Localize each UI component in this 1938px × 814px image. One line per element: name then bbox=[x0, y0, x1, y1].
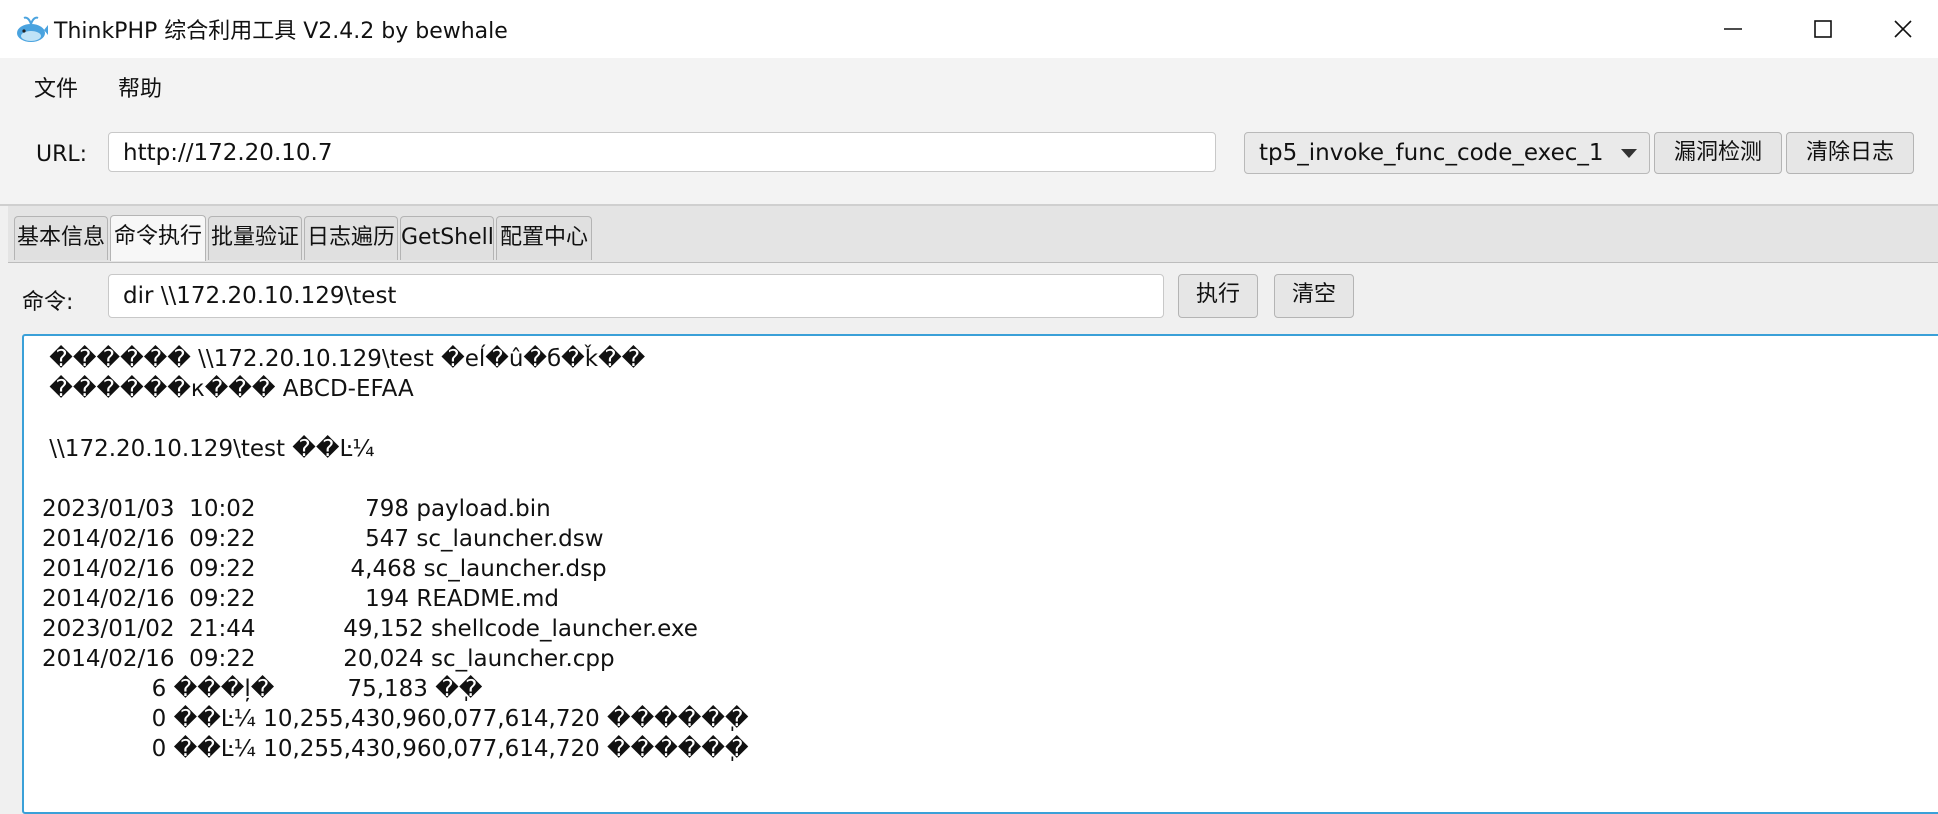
url-toolbar: URL: http://172.20.10.7 tp5_invoke_func_… bbox=[0, 108, 1938, 204]
chevron-down-icon bbox=[1621, 149, 1637, 158]
tab-command-exec[interactable]: 命令执行 bbox=[110, 215, 206, 261]
output-line: ������ \\172.20.10.129\test �eĺ�û�б�ǩ�� bbox=[42, 346, 646, 372]
title-bar: ThinkPHP 综合利用工具 V2.4.2 by bewhale bbox=[0, 0, 1938, 58]
tab-batch-verify[interactable]: 批量验证 bbox=[208, 216, 302, 260]
menu-bar: 文件 帮助 bbox=[0, 58, 1938, 109]
exploit-select[interactable]: tp5_invoke_func_code_exec_1 bbox=[1244, 132, 1650, 174]
output-line: 2014/02/16 09:22 4,468 sc_launcher.dsp bbox=[42, 556, 607, 582]
menu-help[interactable]: 帮助 bbox=[112, 69, 168, 105]
output-line: ������к��� ABCD-EFAA bbox=[42, 376, 414, 402]
output-line: \\172.20.10.129\test ��Ŀ¼ bbox=[42, 436, 375, 462]
execute-button[interactable]: 执行 bbox=[1178, 274, 1258, 318]
command-label: 命令: bbox=[22, 290, 74, 315]
tab-strip: 基本信息 命令执行 批量验证 日志遍历 GetShell 配置中心 bbox=[8, 206, 1938, 263]
minimize-button[interactable] bbox=[1688, 0, 1778, 58]
output-line: 0 ��Ŀ¼ 10,255,430,960,077,614,720 �����ֽ… bbox=[42, 736, 749, 762]
output-line: 2014/02/16 09:22 547 sc_launcher.dsw bbox=[42, 526, 604, 552]
minimize-icon bbox=[1724, 28, 1742, 30]
output-line: 6 ���ļ� 75,183 �ֽ� bbox=[42, 676, 483, 702]
url-label: URL: bbox=[36, 142, 88, 167]
command-output[interactable]: ������ \\172.20.10.129\test �eĺ�û�б�ǩ�� … bbox=[22, 334, 1938, 814]
tab-log-traverse[interactable]: 日志遍历 bbox=[304, 216, 398, 260]
maximize-icon bbox=[1814, 20, 1832, 38]
tab-getshell[interactable]: GetShell bbox=[400, 216, 494, 260]
clear-log-button[interactable]: 清除日志 bbox=[1786, 132, 1914, 174]
close-icon bbox=[1894, 20, 1912, 38]
tab-config-center[interactable]: 配置中心 bbox=[496, 216, 592, 260]
url-input[interactable]: http://172.20.10.7 bbox=[108, 132, 1216, 172]
exploit-select-value: tp5_invoke_func_code_exec_1 bbox=[1259, 140, 1604, 166]
tab-basic-info[interactable]: 基本信息 bbox=[14, 216, 108, 260]
output-line: 2014/02/16 09:22 194 README.md bbox=[42, 586, 559, 612]
command-input[interactable]: dir \\172.20.10.129\test bbox=[108, 274, 1164, 318]
maximize-button[interactable] bbox=[1778, 0, 1868, 58]
output-line: 0 ��Ŀ¼ 10,255,430,960,077,614,720 �����ֽ… bbox=[42, 706, 749, 732]
output-line: 2023/01/02 21:44 49,152 shellcode_launch… bbox=[42, 616, 698, 642]
menu-file[interactable]: 文件 bbox=[28, 69, 84, 105]
output-line: 2023/01/03 10:02 798 payload.bin bbox=[42, 496, 551, 522]
whale-icon bbox=[17, 16, 48, 42]
detect-vuln-button[interactable]: 漏洞检测 bbox=[1654, 132, 1782, 174]
output-line: 2014/02/16 09:22 20,024 sc_launcher.cpp bbox=[42, 646, 615, 672]
close-button[interactable] bbox=[1868, 0, 1938, 58]
clear-button[interactable]: 清空 bbox=[1274, 274, 1354, 318]
window-title: ThinkPHP 综合利用工具 V2.4.2 by bewhale bbox=[54, 19, 508, 44]
